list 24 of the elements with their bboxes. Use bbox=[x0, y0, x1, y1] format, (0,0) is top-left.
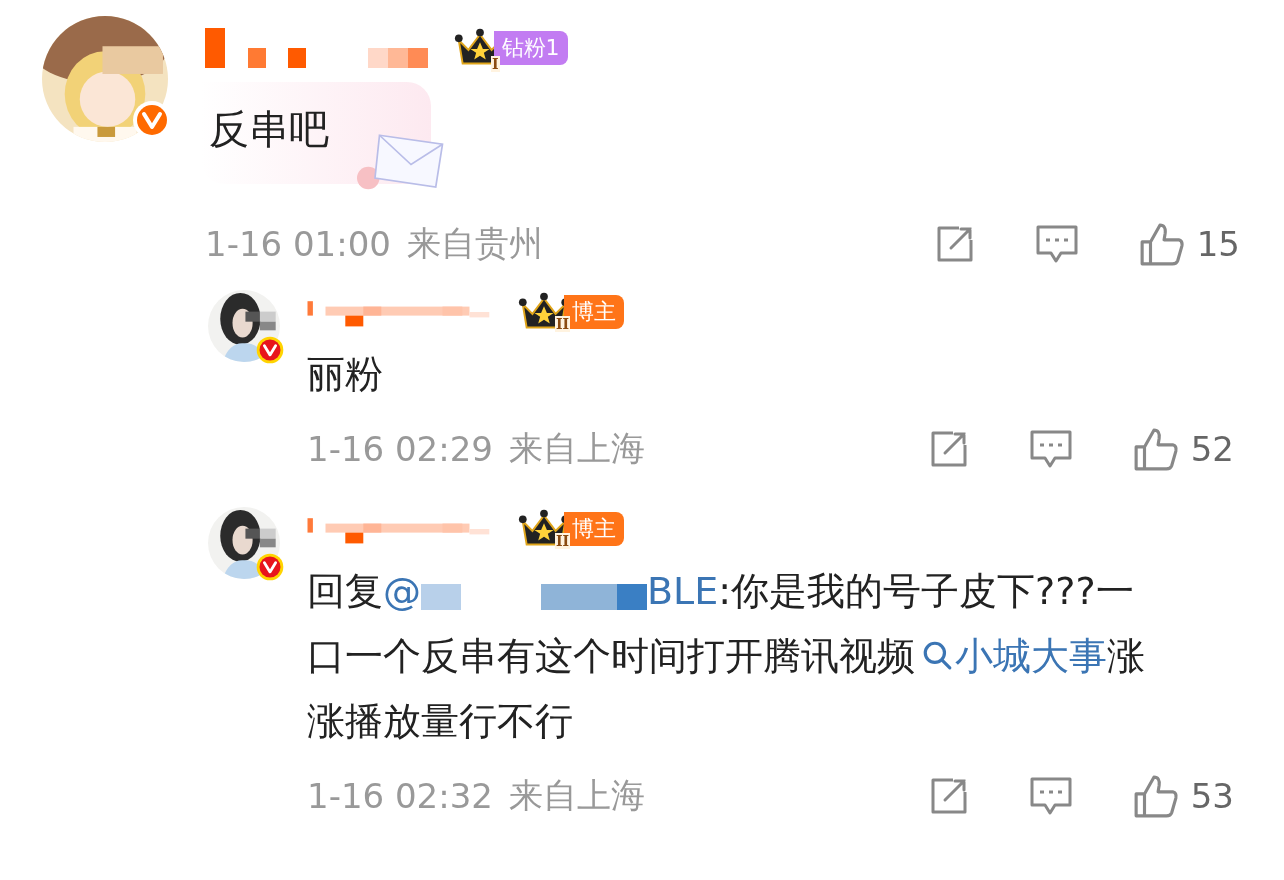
comment-text: 反串吧 bbox=[208, 105, 330, 154]
like-icon[interactable] bbox=[1132, 773, 1179, 819]
comment-text: 回复@ BLE:你是我的号子皮下???一口一个反串有这个时间打开腾讯视频 小城大事涨涨播放量行不行 bbox=[307, 568, 1146, 745]
comment-time: 1-16 02:29 bbox=[307, 429, 493, 469]
comment-time: 1-16 01:00 bbox=[205, 224, 391, 264]
comment-location: 来自上海 bbox=[508, 774, 645, 817]
comment-icon[interactable] bbox=[1028, 776, 1073, 816]
rank-numeral: I bbox=[491, 56, 500, 72]
like-icon[interactable] bbox=[1138, 221, 1185, 267]
verified-icon bbox=[256, 553, 284, 581]
verified-icon bbox=[256, 336, 284, 364]
search-icon bbox=[921, 639, 953, 671]
comment-text: 丽粉 bbox=[307, 351, 384, 398]
like-count: 15 bbox=[1196, 224, 1240, 264]
rank-numeral: II bbox=[555, 533, 571, 549]
like-icon[interactable] bbox=[1132, 426, 1179, 472]
comment-icon[interactable] bbox=[1034, 224, 1079, 264]
comment-location: 来自上海 bbox=[508, 427, 645, 470]
like-count: 53 bbox=[1190, 776, 1234, 816]
like-count: 52 bbox=[1190, 429, 1234, 469]
comment-icon[interactable] bbox=[1028, 429, 1073, 469]
comment-time: 1-16 02:32 bbox=[307, 776, 493, 816]
comment-location: 来自贵州 bbox=[406, 222, 543, 265]
rank-numeral: II bbox=[555, 316, 571, 332]
